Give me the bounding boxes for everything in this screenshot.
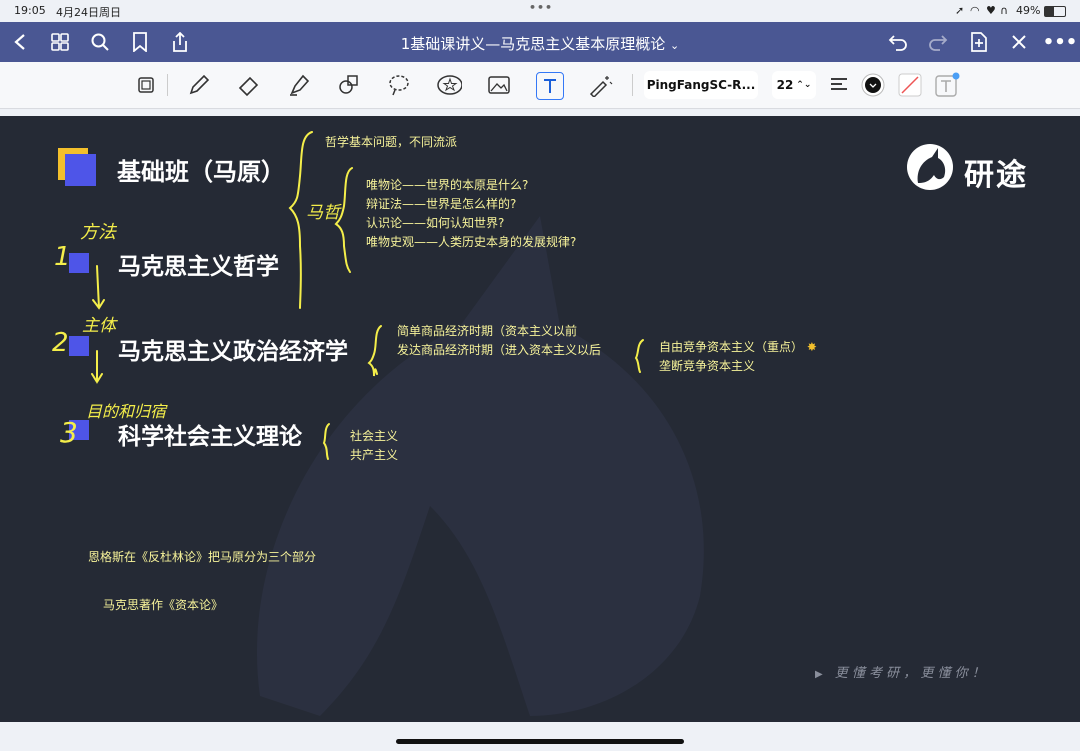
document-title[interactable]: 1基础课讲义—马克思主义基本原理概论 ⌄ <box>0 33 1080 54</box>
close-pen-icon[interactable] <box>1007 30 1031 54</box>
battery-icon <box>1044 6 1066 17</box>
nav-bar: 1基础课讲义—马克思主义基本原理概论 ⌄ ••• <box>0 22 1080 62</box>
slogan-text: 更 懂 考 研 ， 更 懂 你 ！ <box>834 666 985 681</box>
note-communism: 共产主义 <box>350 448 399 462</box>
image-icon[interactable] <box>486 72 512 98</box>
economics-notes: 简单商品经济时期（资本主义以前 发达商品经济时期（进入资本主义以后 <box>397 322 601 360</box>
font-size-selector[interactable]: 22 ⌃⌄ <box>772 71 816 99</box>
lasso-icon[interactable] <box>386 72 412 98</box>
note-socialism: 社会主义 <box>350 429 399 443</box>
font-name: PingFangSC-R... <box>646 78 756 92</box>
divider <box>632 74 633 96</box>
slogan: ▶ 更 懂 考 研 ， 更 懂 你 ！ <box>815 662 985 681</box>
slide-page[interactable]: 基础班（马原） 研途 马克思主义哲学 马克思主义政治经济学 科学社会主义理论 1 <box>0 116 1080 722</box>
home-indicator[interactable] <box>396 739 684 744</box>
hand-note-method: 方法 <box>80 222 116 243</box>
headphones-icon: ∩ <box>1000 4 1009 17</box>
note-simple-commodity: 简单商品经济时期（资本主义以前 <box>397 324 578 338</box>
fill-color-none-icon[interactable] <box>897 72 923 98</box>
footer-note-engels: 恩格斯在《反杜林论》把马原分为三个部分 <box>88 550 317 564</box>
text-align-icon[interactable] <box>826 72 852 98</box>
note-developed-commodity: 发达商品经济时期（进入资本主义以后 <box>397 343 602 357</box>
hand-note-purpose: 目的和归宿 <box>86 402 167 421</box>
document-title-text: 1基础课讲义—马克思主义基本原理概论 <box>400 35 666 53</box>
note-epistemology: 认识论——如何认知世界? <box>366 216 505 230</box>
pen-toolbar: PingFangSC-R... 22 ⌃⌄ <box>0 62 1080 109</box>
divider <box>167 74 168 96</box>
eraser-icon[interactable] <box>236 72 262 98</box>
philosophy-notes: 唯物论——世界的本原是什么? 辩证法——世界是怎么样的? 认识论——如何认知世界… <box>366 176 576 252</box>
status-date: 4月24日周日 <box>56 6 121 19</box>
text-style-icon[interactable] <box>934 72 960 98</box>
status-bar: 19:05 4月24日周日 ••• ➚ ◠ ♥ ∩ 49% <box>0 0 1080 22</box>
hand-note-marxist-philosophy: 马哲 <box>306 203 340 223</box>
stepper-icon: ⌃⌄ <box>796 80 812 90</box>
battery-percent: 49% <box>1016 4 1041 17</box>
chevron-down-icon: ⌄ <box>670 39 680 52</box>
hand-number-2: 2 <box>52 328 69 358</box>
text-color-swatch[interactable] <box>860 72 886 98</box>
note-historical-materialism: 唯物史观——人类历史本身的发展规律? <box>366 235 577 249</box>
note-monopoly: 垄断竞争资本主义 <box>659 359 756 373</box>
note-free-competition: 自由竞争资本主义（重点） <box>659 340 804 354</box>
laser-pointer-icon[interactable] <box>588 72 614 98</box>
note-dialectics: 辩证法——世界是怎么样的? <box>366 197 517 211</box>
hand-number-1: 1 <box>54 242 71 272</box>
hand-number-3: 3 <box>60 416 78 449</box>
shapes-icon[interactable] <box>336 72 362 98</box>
note-materialism: 唯物论——世界的本原是什么? <box>366 178 529 192</box>
sparkle-icon: ✸ <box>806 340 817 354</box>
top-note: 哲学基本问题，不同流派 <box>325 135 458 149</box>
redo-icon[interactable] <box>926 30 950 54</box>
capitalism-notes: 自由竞争资本主义（重点） ✸ 垄断竞争资本主义 <box>659 338 817 376</box>
lasso-select-icon[interactable] <box>134 72 160 98</box>
highlighter-icon[interactable] <box>286 72 312 98</box>
footer-note-capital: 马克思著作《资本论》 <box>103 598 224 612</box>
heart-icon: ♥ <box>986 4 996 17</box>
add-page-icon[interactable] <box>967 30 991 54</box>
pen-tool-icon[interactable] <box>186 72 212 98</box>
socialism-notes: 社会主义 共产主义 <box>350 427 398 465</box>
multitask-dots-icon[interactable]: ••• <box>529 1 553 14</box>
font-size-value: 22 <box>776 78 794 92</box>
status-time: 19:05 <box>14 4 46 17</box>
font-selector[interactable]: PingFangSC-R... <box>644 71 758 99</box>
sticker-icon[interactable] <box>436 72 462 98</box>
text-tool-icon[interactable] <box>536 72 564 100</box>
hand-note-subject: 主体 <box>82 316 116 336</box>
more-icon[interactable]: ••• <box>1043 30 1078 54</box>
location-icon: ➚ <box>955 4 965 17</box>
undo-icon[interactable] <box>886 30 910 54</box>
wifi-icon: ◠ <box>970 4 980 17</box>
play-icon: ▶ <box>815 669 823 680</box>
